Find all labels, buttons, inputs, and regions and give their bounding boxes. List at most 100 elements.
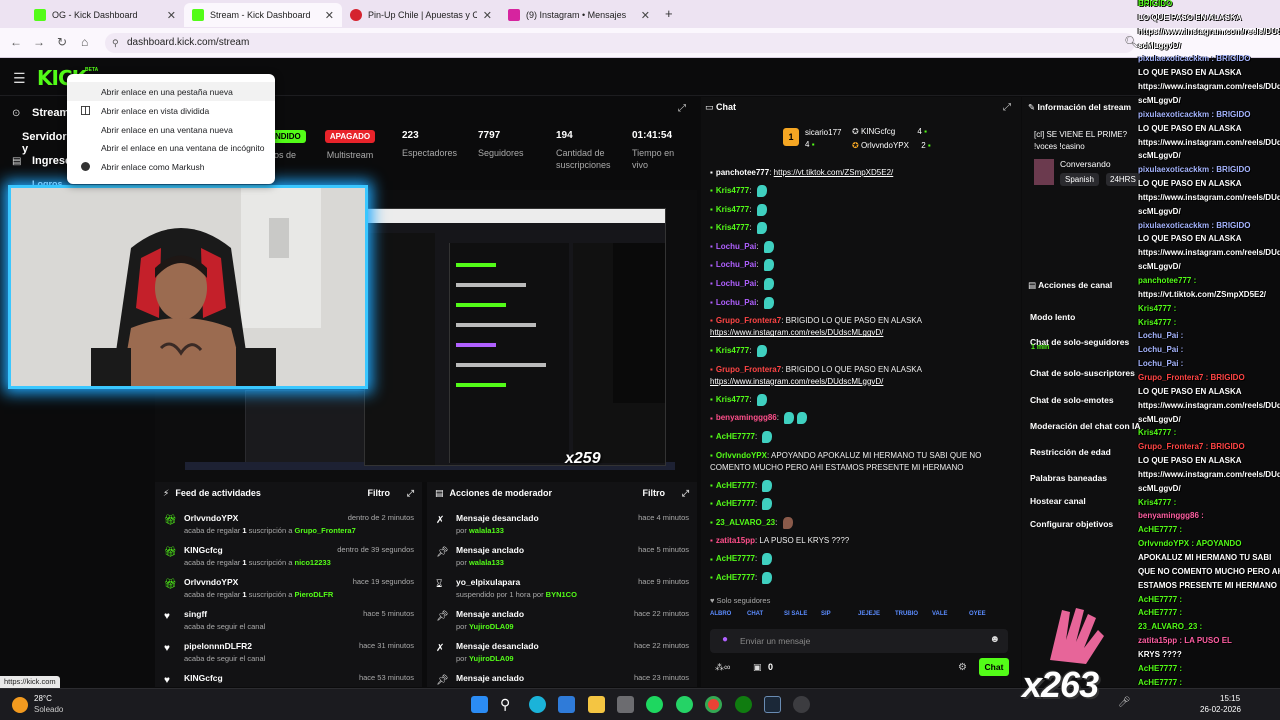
windows-start-icon[interactable]: [471, 696, 488, 713]
chat-message[interactable]: ▪ AcHE7777:: [710, 431, 1015, 443]
top-gifter-2[interactable]: ✪ KINGcfcg 4 ▪: [852, 127, 927, 136]
steam-icon[interactable]: [764, 696, 781, 713]
mod-action-user[interactable]: YujiroDLA09: [469, 622, 514, 631]
feed-username[interactable]: singff: [184, 609, 207, 619]
chat-username[interactable]: AcHE7777: [716, 499, 755, 508]
clock-date[interactable]: 26-02-2026: [1200, 705, 1241, 714]
channel-action-item[interactable]: Modo lento: [1030, 312, 1075, 322]
site-info-icon[interactable]: ⚲: [112, 33, 119, 53]
browser-tab-og-dashboard[interactable]: OG - Kick Dashboard ✕: [26, 3, 184, 27]
channel-action-item[interactable]: Chat de solo-suscriptores: [1030, 368, 1135, 378]
chat-username[interactable]: benyaminggg86: [716, 414, 777, 423]
quick-emote[interactable]: ALBRO: [710, 611, 731, 617]
chat-username[interactable]: AcHE7777: [716, 481, 755, 490]
file-explorer-icon[interactable]: [588, 696, 605, 713]
activity-feed-item[interactable]: 🎁︎ KINGcfcg dentro de 39 segundos acaba de …: [155, 542, 422, 574]
quick-emote[interactable]: JEJEJE: [858, 611, 880, 617]
mod-action-item[interactable]: 📌︎ Mensaje anclado hace 22 minutos por Yuji…: [427, 606, 697, 638]
app-icon[interactable]: [793, 696, 810, 713]
activity-feed-item[interactable]: ♥ pipelonnnDLFR2 hace 31 minutos acaba de s…: [155, 638, 422, 670]
chat-username[interactable]: Kris4777: [716, 395, 749, 404]
filter-button[interactable]: Filtro: [643, 488, 666, 498]
chat-link[interactable]: https://vt.tiktok.com/ZSmpXD5E2/: [774, 168, 894, 177]
close-tab-icon[interactable]: ✕: [483, 9, 492, 22]
mod-action-item[interactable]: ⌛︎ yo_elpixulapara hace 9 minutos suspendid…: [427, 574, 697, 606]
popout-icon[interactable]: ⤢: [1003, 102, 1011, 113]
chat-message[interactable]: ▪ AcHE7777:: [710, 498, 1015, 511]
channel-action-item[interactable]: Chat de solo-emotes: [1030, 395, 1114, 405]
forward-arrow-icon[interactable]: →: [33, 35, 45, 49]
feed-username[interactable]: KINGcfcg: [184, 673, 223, 683]
chat-input[interactable]: ● Enviar un mensaje ☻: [710, 629, 1008, 653]
top-gifter-1[interactable]: sicario177: [805, 128, 841, 137]
weather-temp[interactable]: 28°C: [34, 694, 52, 703]
feed-username[interactable]: OrlvvndoYPX: [184, 577, 238, 587]
chat-username[interactable]: AcHE7777: [716, 432, 755, 441]
filter-button[interactable]: Filtro: [368, 488, 391, 498]
activity-feed-item[interactable]: 🎁︎ OrlvvndoYPX hace 19 segundos acaba de re…: [155, 574, 422, 606]
chat-message[interactable]: ▪ Lochu_Pai:: [710, 240, 1015, 253]
quick-emote[interactable]: SIP: [821, 611, 831, 617]
activity-feed-item[interactable]: 🎁︎ OrlvvndoYPX dentro de 2 minutos acaba de…: [155, 510, 422, 542]
chrome-icon[interactable]: [705, 696, 722, 713]
mod-action-user[interactable]: walala133: [469, 526, 504, 535]
menu-item-open-as-profile[interactable]: Abrir enlace como Markush: [67, 157, 275, 176]
chat-username[interactable]: OrlvvndoYPX: [716, 451, 767, 460]
quick-emote[interactable]: VALE: [932, 611, 948, 617]
chat-message[interactable]: ▪ OrlvvndoYPX: APOYANDO APOKALUZ MI HERMA…: [710, 450, 1015, 474]
hamburger-menu-icon[interactable]: ☰: [13, 70, 26, 87]
chat-message[interactable]: ▪ AcHE7777:: [710, 553, 1015, 566]
popout-icon[interactable]: ⤢: [407, 488, 414, 499]
channel-action-item[interactable]: Hostear canal: [1030, 496, 1086, 506]
chat-username[interactable]: panchotee777: [716, 168, 769, 177]
close-tab-icon[interactable]: ✕: [325, 9, 334, 22]
chat-username[interactable]: Lochu_Pai: [716, 279, 756, 288]
activity-feed-item[interactable]: ♥ singff hace 5 minutos acaba de seguir el …: [155, 606, 422, 638]
snipping-tool-icon[interactable]: [617, 696, 634, 713]
new-tab-button[interactable]: +: [665, 6, 673, 21]
send-chat-button[interactable]: Chat: [979, 658, 1009, 676]
quick-emote[interactable]: OYEE: [969, 611, 986, 617]
chat-username[interactable]: Lochu_Pai: [716, 298, 756, 307]
xbox-icon[interactable]: [735, 696, 752, 713]
chat-message[interactable]: ▪ Lochu_Pai:: [710, 278, 1015, 290]
search-icon[interactable]: ⚲: [500, 696, 517, 713]
weather-text[interactable]: Soleado: [34, 705, 63, 714]
channel-action-item[interactable]: Palabras baneadas: [1030, 473, 1107, 483]
mod-action-user[interactable]: BYN1CO: [546, 590, 577, 599]
browser-tab-stream-dashboard[interactable]: Stream - Kick Dashboard ✕: [184, 3, 342, 27]
chat-message[interactable]: ▪ Lochu_Pai:: [710, 259, 1015, 272]
chat-message[interactable]: ▪ Kris4777:: [710, 185, 1015, 197]
mod-action-user[interactable]: walala133: [469, 558, 504, 567]
chat-username[interactable]: Kris4777: [716, 205, 749, 214]
chat-username[interactable]: AcHE7777: [716, 573, 755, 582]
close-tab-icon[interactable]: ✕: [641, 9, 650, 22]
mod-action-item[interactable]: ✗ Mensaje desanclado hace 4 minutos por wal…: [427, 510, 697, 542]
close-tab-icon[interactable]: ✕: [167, 9, 176, 22]
chat-username[interactable]: Grupo_Frontera7: [716, 316, 781, 325]
clock-time[interactable]: 15:15: [1220, 694, 1240, 703]
chat-message[interactable]: ▪ AcHE7777:: [710, 479, 1015, 492]
reload-icon[interactable]: ↻: [57, 35, 67, 49]
chat-message[interactable]: ▪ Kris4777:: [710, 222, 1015, 235]
quick-emote[interactable]: TRUBIO: [895, 611, 918, 617]
feed-target-user[interactable]: nico12233: [294, 558, 330, 567]
chat-message[interactable]: ▪ zatita15pp: LA PUSO EL KRYS ????: [710, 535, 1015, 547]
chat-message[interactable]: ▪ Kris4777:: [710, 345, 1015, 358]
menu-item-open-split-view[interactable]: Abrir enlace en vista dividida: [67, 101, 275, 120]
chat-text-continued[interactable]: https://www.instagram.com/reels/DUdscMLg…: [710, 328, 883, 337]
category-name[interactable]: Conversando: [1060, 159, 1111, 169]
menu-item-open-new-window[interactable]: Abrir enlace en una ventana nueva: [67, 120, 275, 139]
feed-username[interactable]: pipelonnnDLFR2: [184, 641, 252, 651]
mod-action-item[interactable]: ✗ Mensaje desanclado hace 22 minutos por Yu…: [427, 638, 697, 670]
stat-multistream[interactable]: APAGADO Multistream: [320, 120, 380, 161]
emoji-icon[interactable]: ☻: [989, 634, 1000, 645]
chat-message[interactable]: ▪ Grupo_Frontera7: BRIGIDO LO QUE PASO EN…: [710, 315, 1015, 339]
browser-tab-pinup[interactable]: Pin-Up Chile | Apuestas y Casin ✕: [342, 3, 500, 27]
menu-item-open-new-tab[interactable]: Abrir enlace en una pestaña nueva: [67, 82, 275, 101]
chat-message[interactable]: ▪ Lochu_Pai:: [710, 296, 1015, 309]
mod-action-item[interactable]: 📌︎ Mensaje anclado hace 5 minutos por walal…: [427, 542, 697, 574]
settings-gear-icon[interactable]: ⚙: [958, 662, 967, 673]
chat-username[interactable]: 23_ALVARO_23: [716, 518, 775, 527]
edge-browser-icon[interactable]: [529, 696, 546, 713]
